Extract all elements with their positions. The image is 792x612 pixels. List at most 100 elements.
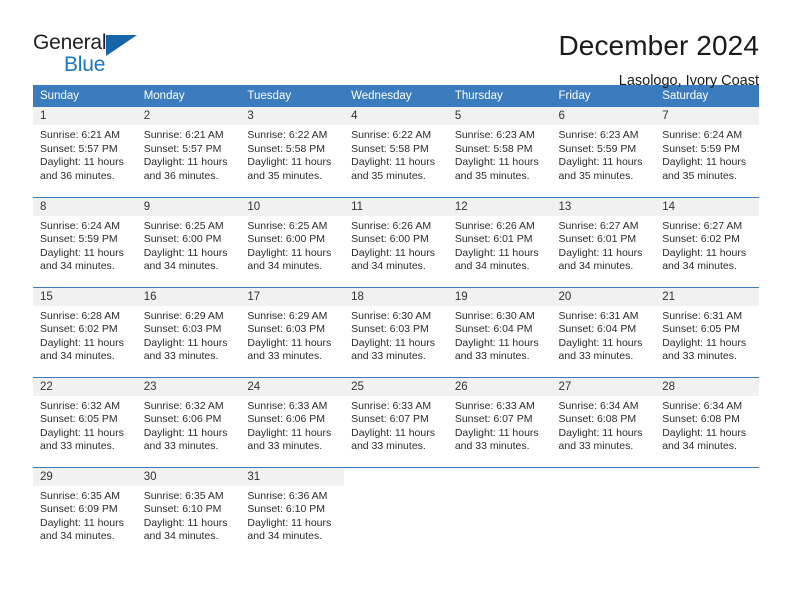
daylight-text-line1: Daylight: 11 hours <box>40 246 124 259</box>
calendar-day-cell[interactable]: 25 Sunrise: 6:33 AM Sunset: 6:07 PM Dayligh… <box>344 376 448 467</box>
day-cell: 5 Sunrise: 6:23 AM Sunset: 5:58 PM Daylight… <box>447 107 552 197</box>
day-number: 7 <box>655 107 759 125</box>
sunrise-text: Sunrise: 6:25 AM <box>143 219 224 232</box>
day-info: Sunrise: 6:34 AM Sunset: 6:08 PM Daylight:… <box>655 396 759 454</box>
calendar-week-row: 22 Sunrise: 6:32 AM Sunset: 6:05 PM Dayligh… <box>33 376 759 467</box>
daylight-text-line1: Daylight: 11 hours <box>351 246 435 259</box>
day-cell: 3 Sunrise: 6:22 AM Sunset: 5:58 PM Daylight… <box>240 107 345 197</box>
daylight-text-line2: and 33 minutes. <box>454 440 530 453</box>
day-number: 21 <box>655 287 759 306</box>
sunrise-text: Sunrise: 6:22 AM <box>351 129 432 141</box>
sunrise-text: Sunrise: 6:33 AM <box>454 399 535 412</box>
calendar-day-cell[interactable]: 15 Sunrise: 6:28 AM Sunset: 6:02 PM Dayligh… <box>33 286 137 377</box>
sunrise-text: Sunrise: 6:24 AM <box>662 129 743 141</box>
day-number: 3 <box>240 107 345 125</box>
daylight-text-line2: and 35 minutes. <box>454 169 530 182</box>
calendar-day-cell[interactable] <box>551 466 656 558</box>
calendar-day-cell[interactable]: 13 Sunrise: 6:27 AM Sunset: 6:01 PM Dayligh… <box>551 196 656 287</box>
calendar-body: 1 Sunrise: 6:21 AM Sunset: 5:57 PM Daylight… <box>33 107 759 557</box>
day-info: Sunrise: 6:34 AM Sunset: 6:08 PM Daylight:… <box>552 396 656 454</box>
day-info: Sunrise: 6:33 AM Sunset: 6:06 PM Daylight:… <box>240 396 344 454</box>
calendar-day-cell[interactable]: 19 Sunrise: 6:30 AM Sunset: 6:04 PM Dayligh… <box>447 286 552 377</box>
sunrise-text: Sunrise: 6:29 AM <box>247 309 328 322</box>
calendar-day-cell[interactable]: 9 Sunrise: 6:25 AM Sunset: 6:00 PM Daylight… <box>136 196 241 287</box>
calendar-day-cell[interactable]: 24 Sunrise: 6:33 AM Sunset: 6:06 PM Dayligh… <box>240 376 345 467</box>
day-number <box>447 467 552 486</box>
sunrise-text: Sunrise: 6:22 AM <box>247 129 328 141</box>
day-cell: 19 Sunrise: 6:30 AM Sunset: 6:04 PM Dayligh… <box>447 287 552 377</box>
calendar-week-row: 1 Sunrise: 6:21 AM Sunset: 5:57 PM Daylight… <box>33 107 759 197</box>
sunset-text: Sunset: 6:00 PM <box>351 233 429 246</box>
day-info: Sunrise: 6:27 AM Sunset: 6:02 PM Daylight:… <box>655 216 759 274</box>
daylight-text-line2: and 34 minutes. <box>247 530 323 543</box>
day-number: 28 <box>655 377 759 396</box>
title-block: December 2024 Lasologo, Ivory Coast <box>558 30 759 91</box>
day-number: 20 <box>551 287 656 306</box>
day-cell: 22 Sunrise: 6:32 AM Sunset: 6:05 PM Dayligh… <box>33 377 137 467</box>
calendar-day-cell[interactable]: 2 Sunrise: 6:21 AM Sunset: 5:57 PM Daylight… <box>136 107 241 197</box>
calendar-day-cell[interactable]: 11 Sunrise: 6:26 AM Sunset: 6:00 PM Dayligh… <box>344 196 448 287</box>
day-info: Sunrise: 6:32 AM Sunset: 6:05 PM Daylight:… <box>33 396 137 454</box>
daylight-text-line1: Daylight: 11 hours <box>40 516 124 529</box>
calendar-day-cell[interactable]: 12 Sunrise: 6:26 AM Sunset: 6:01 PM Dayligh… <box>447 196 552 287</box>
calendar-day-cell[interactable]: 18 Sunrise: 6:30 AM Sunset: 6:03 PM Dayligh… <box>344 286 448 377</box>
day-cell: 2 Sunrise: 6:21 AM Sunset: 5:57 PM Daylight… <box>136 107 241 197</box>
generalblue-logo[interactable]: General Blue <box>33 30 153 78</box>
day-cell: 31 Sunrise: 6:36 AM Sunset: 6:10 PM Dayligh… <box>240 467 345 558</box>
calendar-day-cell[interactable]: 8 Sunrise: 6:24 AM Sunset: 5:59 PM Daylight… <box>33 196 137 287</box>
daylight-text-line1: Daylight: 11 hours <box>454 426 539 439</box>
calendar-day-cell[interactable]: 22 Sunrise: 6:32 AM Sunset: 6:05 PM Dayligh… <box>33 376 137 467</box>
day-info: Sunrise: 6:31 AM Sunset: 6:04 PM Daylight:… <box>552 306 656 364</box>
daylight-text-line2: and 34 minutes. <box>40 260 115 273</box>
day-info: Sunrise: 6:33 AM Sunset: 6:07 PM Daylight:… <box>344 396 448 454</box>
sunrise-text: Sunrise: 6:33 AM <box>351 399 432 412</box>
daylight-text-line1: Daylight: 11 hours <box>351 426 435 439</box>
daylight-text-line1: Daylight: 11 hours <box>40 426 124 439</box>
calendar-day-cell[interactable]: 20 Sunrise: 6:31 AM Sunset: 6:04 PM Dayligh… <box>551 286 656 377</box>
calendar-day-cell[interactable]: 31 Sunrise: 6:36 AM Sunset: 6:10 PM Dayligh… <box>240 466 345 558</box>
calendar-day-cell[interactable]: 28 Sunrise: 6:34 AM Sunset: 6:08 PM Dayligh… <box>655 376 759 467</box>
day-cell-empty <box>551 467 656 558</box>
daylight-text-line2: and 34 minutes. <box>40 350 115 363</box>
sunset-text: Sunset: 6:10 PM <box>143 503 222 516</box>
day-info: Sunrise: 6:26 AM Sunset: 6:01 PM Daylight:… <box>448 216 552 274</box>
calendar-day-cell[interactable]: 17 Sunrise: 6:29 AM Sunset: 6:03 PM Dayligh… <box>240 286 345 377</box>
day-info: Sunrise: 6:29 AM Sunset: 6:03 PM Daylight:… <box>240 306 344 364</box>
calendar-day-cell[interactable]: 27 Sunrise: 6:34 AM Sunset: 6:08 PM Dayligh… <box>551 376 656 467</box>
calendar-day-cell[interactable]: 10 Sunrise: 6:25 AM Sunset: 6:00 PM Dayligh… <box>240 196 345 287</box>
calendar-day-cell[interactable] <box>655 466 759 557</box>
daylight-text-line2: and 33 minutes. <box>351 350 426 363</box>
calendar-day-cell[interactable]: 4 Sunrise: 6:22 AM Sunset: 5:58 PM Daylight… <box>344 107 448 197</box>
day-cell: 9 Sunrise: 6:25 AM Sunset: 6:00 PM Daylight… <box>136 197 241 287</box>
day-number: 2 <box>136 107 241 125</box>
day-cell: 21 Sunrise: 6:31 AM Sunset: 6:05 PM Dayligh… <box>655 287 759 377</box>
day-number: 4 <box>344 107 448 125</box>
calendar-day-cell[interactable]: 5 Sunrise: 6:23 AM Sunset: 5:58 PM Daylight… <box>447 107 552 197</box>
calendar-day-cell[interactable] <box>447 466 552 557</box>
calendar-day-cell[interactable]: 7 Sunrise: 6:24 AM Sunset: 5:59 PM Daylight… <box>655 107 759 197</box>
calendar-day-cell[interactable]: 1 Sunrise: 6:21 AM Sunset: 5:57 PM Daylight… <box>33 107 137 197</box>
weekday-header-wednesday: Wednesday <box>344 85 448 107</box>
calendar-day-cell[interactable]: 29 Sunrise: 6:35 AM Sunset: 6:09 PM Dayligh… <box>33 466 137 557</box>
daylight-text-line1: Daylight: 11 hours <box>454 336 539 349</box>
logo-text-blue: Blue <box>64 53 106 76</box>
calendar-day-cell[interactable]: 23 Sunrise: 6:32 AM Sunset: 6:06 PM Dayligh… <box>136 376 241 467</box>
day-cell: 6 Sunrise: 6:23 AM Sunset: 5:59 PM Daylight… <box>551 107 656 197</box>
calendar-week-row: 29 Sunrise: 6:35 AM Sunset: 6:09 PM Dayligh… <box>33 466 759 558</box>
calendar-day-cell[interactable]: 16 Sunrise: 6:29 AM Sunset: 6:03 PM Dayligh… <box>136 286 241 377</box>
day-number: 17 <box>240 287 345 306</box>
day-info: Sunrise: 6:22 AM Sunset: 5:58 PM Daylight:… <box>240 125 344 183</box>
calendar-day-cell[interactable]: 3 Sunrise: 6:22 AM Sunset: 5:58 PM Daylight… <box>240 107 345 197</box>
daylight-text-line1: Daylight: 11 hours <box>143 156 228 169</box>
sunrise-text: Sunrise: 6:34 AM <box>662 399 743 412</box>
calendar-day-cell[interactable]: 21 Sunrise: 6:31 AM Sunset: 6:05 PM Dayligh… <box>655 286 759 377</box>
calendar-day-cell[interactable]: 14 Sunrise: 6:27 AM Sunset: 6:02 PM Dayligh… <box>655 196 759 287</box>
calendar-day-cell[interactable] <box>344 466 448 557</box>
sunset-text: Sunset: 6:00 PM <box>143 233 222 246</box>
daylight-text-line2: and 35 minutes. <box>558 169 634 182</box>
calendar-day-cell[interactable]: 26 Sunrise: 6:33 AM Sunset: 6:07 PM Dayligh… <box>447 376 552 467</box>
sunrise-text: Sunrise: 6:32 AM <box>143 399 224 412</box>
calendar-day-cell[interactable]: 30 Sunrise: 6:35 AM Sunset: 6:10 PM Dayligh… <box>136 466 241 557</box>
calendar-day-cell[interactable]: 6 Sunrise: 6:23 AM Sunset: 5:59 PM Daylight… <box>551 107 656 197</box>
day-cell: 10 Sunrise: 6:25 AM Sunset: 6:00 PM Dayligh… <box>240 197 345 287</box>
